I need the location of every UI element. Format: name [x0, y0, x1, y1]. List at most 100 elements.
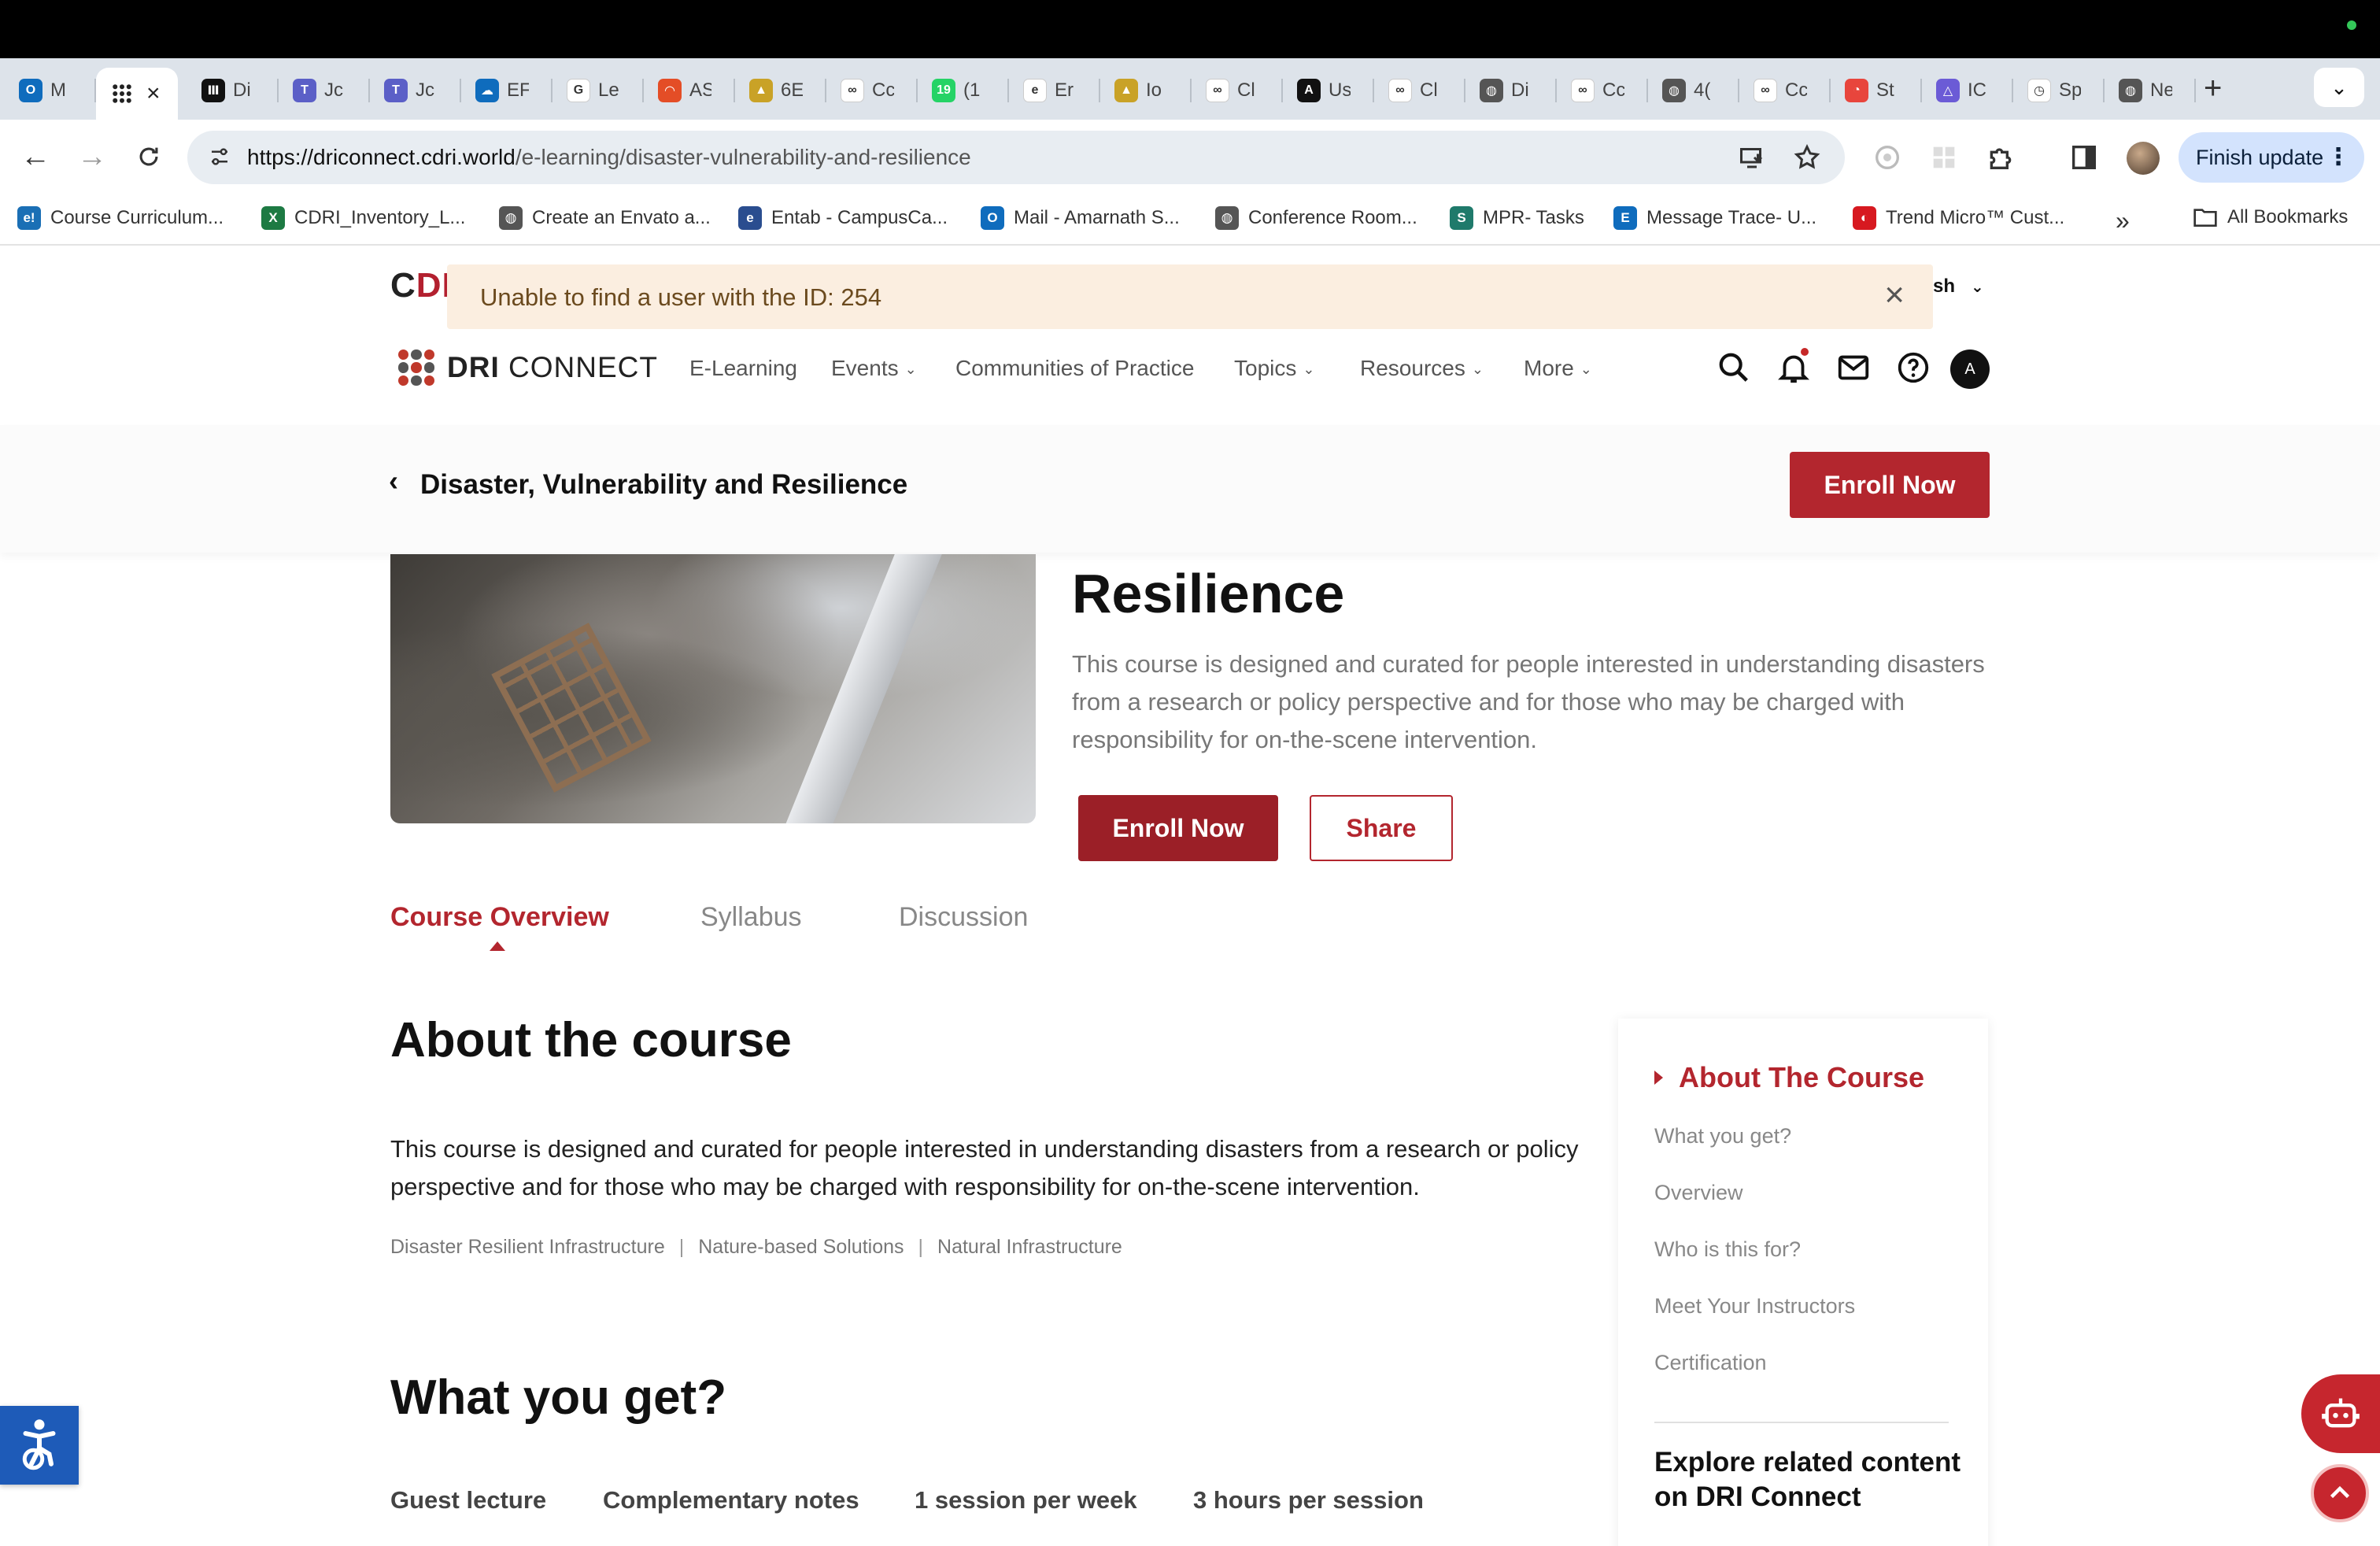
tab-favicon-icon: A [1297, 79, 1321, 102]
bookmark-item[interactable]: ◍ Conference Room... [1215, 206, 1417, 230]
tag[interactable]: Disaster Resilient Infrastructure [390, 1236, 665, 1258]
browser-tab[interactable]: ∞ Cl [1374, 68, 1465, 113]
tab-syllabus[interactable]: Syllabus [700, 902, 802, 933]
tab-search-button[interactable]: ⌄ [2314, 68, 2364, 107]
browser-tab[interactable]: ▲ Io [1100, 68, 1192, 113]
course-description: This course is designed and curated for … [1072, 650, 1985, 753]
dri-connect-logo[interactable]: DRI CONNECT [398, 350, 658, 386]
browser-tab[interactable]: ◔ St [1831, 68, 1922, 113]
browser-tab[interactable]: Ⅲ Di [187, 68, 279, 113]
forward-button[interactable]: → [72, 137, 112, 176]
bookmark-star-icon[interactable] [1793, 143, 1821, 172]
chatbot-button[interactable] [2301, 1374, 2380, 1453]
reload-button[interactable] [129, 137, 168, 176]
enroll-now-button-top[interactable]: Enroll Now [1790, 452, 1990, 518]
toc-item[interactable]: Meet Your Instructors [1654, 1294, 1855, 1319]
toc-item[interactable]: Who is this for? [1654, 1237, 1801, 1262]
browser-tab[interactable]: e Er [1009, 68, 1100, 113]
toast-close-icon[interactable]: × [1884, 276, 1905, 315]
extensions-puzzle-icon[interactable] [1985, 142, 2016, 173]
browser-tab[interactable]: ▲ 6E [735, 68, 826, 113]
tab-favicon-icon: ◷ [2027, 79, 2051, 102]
course-hero-image [390, 554, 1036, 823]
browser-tab[interactable]: T Jc [370, 68, 461, 113]
tag[interactable]: Natural Infrastructure [937, 1236, 1122, 1258]
browser-tab[interactable]: T Jc [279, 68, 370, 113]
chevron-down-icon: ⌄ [1303, 361, 1315, 378]
browser-tab[interactable]: ☁ EF [461, 68, 552, 113]
nav-communities-of-practice[interactable]: Communities of Practice [955, 356, 1194, 381]
toc-item[interactable]: Overview [1654, 1181, 1743, 1205]
enroll-now-button[interactable]: Enroll Now [1078, 795, 1278, 861]
browser-tab[interactable]: ◍ 4( [1648, 68, 1739, 113]
nav-events[interactable]: Events ⌄ [831, 356, 917, 381]
bookmark-item[interactable]: X CDRI_Inventory_L... [261, 206, 465, 230]
browser-tab[interactable]: ◷ Sp [2013, 68, 2105, 113]
help-icon[interactable] [1895, 350, 1931, 386]
chevron-down-icon: ⌄ [1580, 361, 1592, 378]
nav-label: Resources [1360, 356, 1465, 380]
mail-icon[interactable] [1835, 350, 1872, 386]
tab-title: Cc [872, 80, 894, 101]
bookmark-item[interactable]: ◍ Create an Envato a... [499, 206, 711, 230]
nav-more[interactable]: More ⌄ [1524, 356, 1592, 381]
bookmark-item[interactable]: S MPR- Tasks [1450, 206, 1584, 230]
nav-topics[interactable]: Topics ⌄ [1234, 356, 1314, 381]
nav-resources[interactable]: Resources ⌄ [1360, 356, 1484, 381]
browser-tab-active[interactable]: × [96, 68, 178, 120]
bookmark-item[interactable]: E Message Trace- U... [1613, 206, 1816, 230]
extension-icon[interactable] [1872, 142, 1903, 173]
nav-e-learning[interactable]: E-Learning [689, 356, 797, 381]
search-icon[interactable] [1716, 350, 1752, 386]
browser-tab[interactable]: ∞ Cl [1192, 68, 1283, 113]
more-bookmarks-button[interactable]: » [2116, 206, 2130, 235]
side-panel-icon[interactable] [2068, 142, 2100, 173]
language-selector[interactable]: sh ⌄ [1933, 276, 1984, 298]
toc-active-item[interactable]: About The Course [1654, 1061, 1924, 1094]
tab-separator [2194, 79, 2196, 102]
browser-tab[interactable]: ∞ Cc [1557, 68, 1648, 113]
browser-tab[interactable]: ∞ Cc [826, 68, 918, 113]
back-chevron-icon[interactable]: ‹ [389, 464, 398, 497]
tab-favicon-icon: T [384, 79, 408, 102]
tab-discussion[interactable]: Discussion [899, 902, 1028, 933]
reload-icon [139, 147, 158, 166]
extension-grid-icon[interactable] [1928, 142, 1960, 173]
browser-tab[interactable]: G Le [552, 68, 644, 113]
user-avatar[interactable]: A [1950, 350, 1990, 389]
chevron-down-icon: ⌄ [1971, 279, 1984, 296]
browser-tab[interactable]: ∞ Cc [1739, 68, 1831, 113]
bookmark-item[interactable]: O Mail - Amarnath S... [981, 206, 1180, 230]
new-tab-button[interactable]: + [2204, 71, 2222, 106]
accessibility-button[interactable] [0, 1406, 79, 1485]
browser-tab[interactable]: A Us [1283, 68, 1374, 113]
browser-tab[interactable]: OM [5, 68, 96, 113]
finish-update-button[interactable]: Finish update ⋮ [2179, 132, 2364, 183]
tab-close-icon[interactable]: × [146, 80, 161, 107]
bookmark-item[interactable]: e! Course Curriculum... [17, 206, 224, 230]
tag[interactable]: Nature-based Solutions [698, 1236, 904, 1258]
browser-tab[interactable]: ◍ Di [1465, 68, 1557, 113]
chevron-up-icon [2330, 1485, 2350, 1499]
browser-tab[interactable]: ◠ AS [644, 68, 735, 113]
browser-tab[interactable]: 19 (1 [918, 68, 1009, 113]
tab-title: 4( [1694, 80, 1711, 101]
install-app-icon[interactable] [1738, 143, 1766, 172]
scroll-to-top-button[interactable] [2311, 1464, 2369, 1522]
address-bar[interactable]: https://driconnect.cdri.world/e-learning… [187, 131, 1845, 184]
toc-item[interactable]: What you get? [1654, 1124, 1791, 1148]
kebab-menu-icon[interactable]: ⋮ [2326, 143, 2350, 171]
toast-message: Unable to find a user with the ID: 254 [480, 283, 882, 311]
tab-course-overview[interactable]: Course Overview [390, 902, 609, 933]
share-button[interactable]: Share [1310, 795, 1453, 861]
browser-tab[interactable]: ◍ Ne [2105, 68, 2196, 113]
profile-avatar[interactable] [2127, 142, 2160, 175]
bookmark-item[interactable]: ◐ Trend Micro™ Cust... [1853, 206, 2064, 230]
bookmark-item[interactable]: e Entab - CampusCa... [738, 206, 948, 230]
all-bookmarks-button[interactable]: All Bookmarks [2193, 206, 2348, 228]
about-text: This course is designed and curated for … [390, 1135, 1579, 1200]
toc-item[interactable]: Certification [1654, 1351, 1767, 1375]
tab-title: Di [233, 80, 251, 101]
back-button[interactable]: ← [16, 137, 55, 176]
browser-tab[interactable]: △ IC [1922, 68, 2013, 113]
